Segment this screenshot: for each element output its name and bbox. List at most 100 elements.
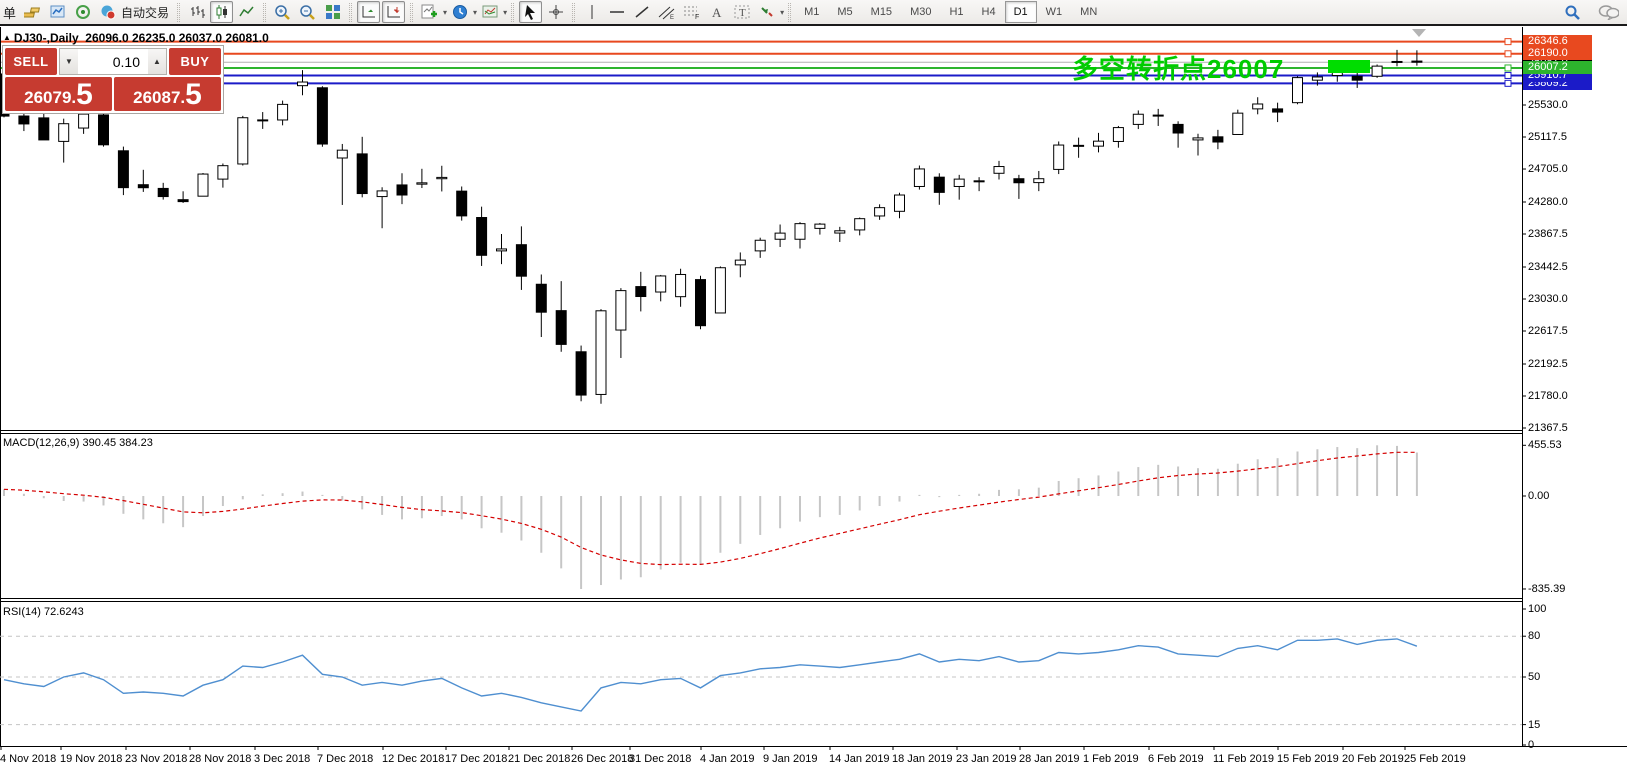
chart-shift-button[interactable] [382, 1, 405, 23]
arrows-dropdown-arrow[interactable]: ▾ [780, 8, 784, 17]
new-order-button[interactable]: 单 [3, 3, 16, 22]
periods-dropdown-arrow[interactable]: ▾ [473, 8, 477, 17]
arrows-tool[interactable] [755, 1, 778, 23]
timeframe-m5[interactable]: M5 [828, 1, 861, 23]
candle-body [118, 151, 128, 188]
timeframe-m30[interactable]: M30 [901, 1, 940, 23]
candle-body [417, 183, 427, 184]
candle-body [437, 177, 447, 178]
price-axis-label: 22617.5 [1528, 325, 1568, 337]
auto-scroll-button[interactable] [357, 1, 380, 23]
chart-annotation-text[interactable]: 多空转折点26007 [1072, 49, 1284, 86]
zoom-in-button[interactable] [271, 1, 294, 23]
chart-canvas[interactable] [0, 27, 1627, 773]
text-label-tool[interactable]: T [730, 1, 753, 23]
indicators-button[interactable] [418, 1, 441, 23]
lot-size-input[interactable] [78, 49, 148, 74]
candle-body [596, 311, 606, 395]
channel-tool[interactable]: E [655, 1, 678, 23]
symbol-period: DJ30-,Daily [14, 31, 79, 45]
horizontal-line-tool[interactable] [605, 1, 628, 23]
sell-price-display[interactable]: 26079.5 [5, 77, 112, 111]
lot-decrease-button[interactable]: ▼ [60, 49, 78, 74]
candle-body [556, 311, 566, 345]
candle-body [516, 245, 526, 277]
date-axis-label: 26 Dec 2018 [571, 753, 633, 765]
candlestick-chart-button[interactable] [210, 1, 233, 23]
line-chart-button[interactable] [235, 1, 258, 23]
periods-button[interactable] [448, 1, 471, 23]
candle-body [715, 268, 725, 313]
timeframe-h4[interactable]: H4 [973, 1, 1005, 23]
vertical-line-tool[interactable] [580, 1, 603, 23]
price-axis-label: 21367.5 [1528, 422, 1568, 434]
search-icon[interactable] [1561, 1, 1584, 23]
candle-body [79, 114, 89, 128]
buy-price-display[interactable]: 26087.5 [114, 77, 221, 111]
candle-body [1412, 61, 1422, 62]
timeframe-m1[interactable]: M1 [795, 1, 828, 23]
timeframe-mn[interactable]: MN [1071, 1, 1106, 23]
candle-body [895, 195, 905, 211]
price-axis-label: 23442.5 [1528, 261, 1568, 273]
timeframe-d1[interactable]: D1 [1005, 1, 1037, 23]
toolbar-separator [572, 3, 575, 22]
date-axis-label: 1 Feb 2019 [1083, 753, 1139, 765]
toolbar-separator [410, 3, 413, 22]
price-tag: 26190.0 [1523, 47, 1592, 60]
highlight-rectangle[interactable] [1328, 60, 1370, 73]
price-tag: 26007.2 [1523, 61, 1592, 74]
candle-body [656, 276, 666, 292]
price-axis-label: 24280.0 [1528, 196, 1568, 208]
date-axis-label: 3 Dec 2018 [254, 753, 310, 765]
candle-body [59, 124, 69, 142]
signal-icon[interactable] [71, 1, 94, 23]
text-tool[interactable]: A [705, 1, 728, 23]
candle-body [815, 224, 825, 228]
toolbar-separator [177, 3, 180, 22]
tile-windows-button[interactable] [321, 1, 344, 23]
candle-body [1153, 115, 1163, 116]
line-handle-marker[interactable] [1505, 51, 1511, 57]
timeframe-h1[interactable]: H1 [940, 1, 972, 23]
date-axis-label: 14 Jan 2019 [829, 753, 890, 765]
cursor-button[interactable] [519, 1, 542, 23]
sell-button[interactable]: SELL [5, 48, 57, 75]
zoom-out-button[interactable] [296, 1, 319, 23]
line-handle-marker[interactable] [1505, 65, 1511, 71]
candle-body [158, 188, 168, 196]
crosshair-button[interactable] [544, 1, 567, 23]
candle-body [39, 118, 49, 140]
toolbar: 单 自动交易 ▾ ▾ ▾ E F A T ▾ M1M5M15M30H1H4D1W… [0, 0, 1627, 26]
line-handle-marker[interactable] [1505, 39, 1511, 45]
candle-body [1094, 141, 1104, 146]
candle-body [934, 177, 944, 192]
date-axis-label: 25 Feb 2019 [1404, 753, 1466, 765]
indicators-dropdown-arrow[interactable]: ▾ [443, 8, 447, 17]
candle-body [676, 274, 686, 296]
line-handle-marker[interactable] [1505, 80, 1511, 86]
chat-icon[interactable] [1597, 1, 1620, 23]
chart-shift-marker[interactable] [1412, 29, 1426, 37]
candle-body [735, 260, 745, 265]
timeframe-w1[interactable]: W1 [1037, 1, 1072, 23]
date-axis-label: 23 Nov 2018 [125, 753, 187, 765]
date-axis-label: 17 Dec 2018 [445, 753, 507, 765]
autotrade-icon[interactable] [96, 1, 119, 23]
fibonacci-tool[interactable]: F [680, 1, 703, 23]
lot-increase-button[interactable]: ▲ [148, 49, 166, 74]
templates-button[interactable] [478, 1, 501, 23]
gold-icon[interactable] [21, 1, 44, 23]
buy-button[interactable]: BUY [169, 48, 221, 75]
autotrade-label[interactable]: 自动交易 [121, 4, 169, 21]
timeframe-m15[interactable]: M15 [862, 1, 901, 23]
date-axis-label: 7 Dec 2018 [317, 753, 373, 765]
templates-dropdown-arrow[interactable]: ▾ [503, 8, 507, 17]
candle-body [536, 284, 546, 312]
trendline-tool[interactable] [630, 1, 653, 23]
market-watch-icon[interactable] [46, 1, 69, 23]
svg-text:E: E [670, 15, 674, 20]
line-handle-marker[interactable] [1505, 72, 1511, 78]
candle-body [477, 218, 487, 256]
bar-chart-button[interactable] [185, 1, 208, 23]
